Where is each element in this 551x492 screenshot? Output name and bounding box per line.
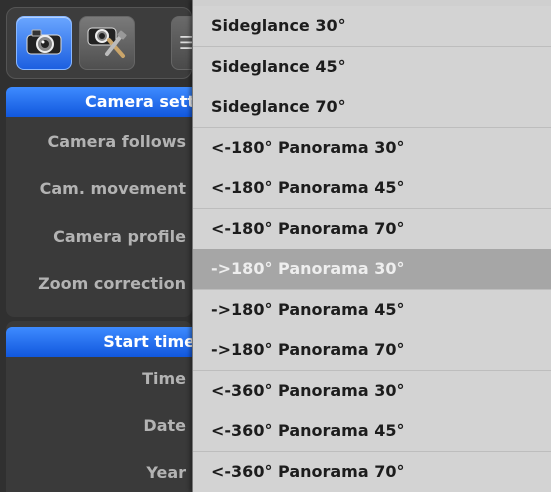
date-label: Date: [143, 416, 186, 435]
menu-item[interactable]: <-360° Panorama 70°: [193, 452, 551, 492]
menu-item[interactable]: <-360° Panorama 45°: [193, 411, 551, 452]
camera-mode-button[interactable]: [16, 16, 72, 70]
start-time-panel: Start time Time Date Year: [6, 321, 192, 492]
camera-icon: [24, 25, 64, 61]
start-time-header[interactable]: Start time: [6, 327, 192, 357]
camera-settings-panel: Camera sett Camera follows Cam. movement…: [6, 87, 192, 317]
toolbar: ☰: [6, 7, 211, 79]
menu-item[interactable]: <-180° Panorama 30°: [193, 128, 551, 169]
menu-item[interactable]: ->180° Panorama 70°: [193, 330, 551, 371]
time-label: Time: [142, 369, 186, 388]
menu-item-highlighted[interactable]: ->180° Panorama 30°: [193, 249, 551, 290]
menu-item[interactable]: ->180° Panorama 45°: [193, 290, 551, 331]
camera-settings-button[interactable]: [79, 16, 135, 70]
camera-profile-label: Camera profile: [53, 227, 186, 246]
menu-item[interactable]: <-180° Panorama 70°: [193, 209, 551, 250]
start-time-title: Start time: [103, 332, 192, 351]
camera-tools-icon: [85, 22, 129, 64]
menu-item[interactable]: Sideglance 70°: [193, 87, 551, 128]
camera-settings-header[interactable]: Camera sett: [6, 87, 192, 117]
menu-item[interactable]: Sideglance 45°: [193, 47, 551, 88]
cam-movement-label: Cam. movement: [39, 179, 186, 198]
camera-settings-title: Camera sett: [85, 92, 192, 111]
zoom-correction-label: Zoom correction: [38, 274, 186, 293]
camera-follows-label: Camera follows: [47, 132, 186, 151]
menu-item[interactable]: Sideglance 30°: [193, 6, 551, 47]
app-window: ☰ Camera sett Camera follows Cam. moveme…: [0, 0, 551, 492]
camera-view-dropdown-menu: Sideglance 30° Sideglance 45° Sideglance…: [192, 0, 551, 492]
year-label: Year: [146, 463, 186, 482]
menu-item[interactable]: <-360° Panorama 30°: [193, 371, 551, 412]
menu-item[interactable]: <-180° Panorama 45°: [193, 168, 551, 209]
